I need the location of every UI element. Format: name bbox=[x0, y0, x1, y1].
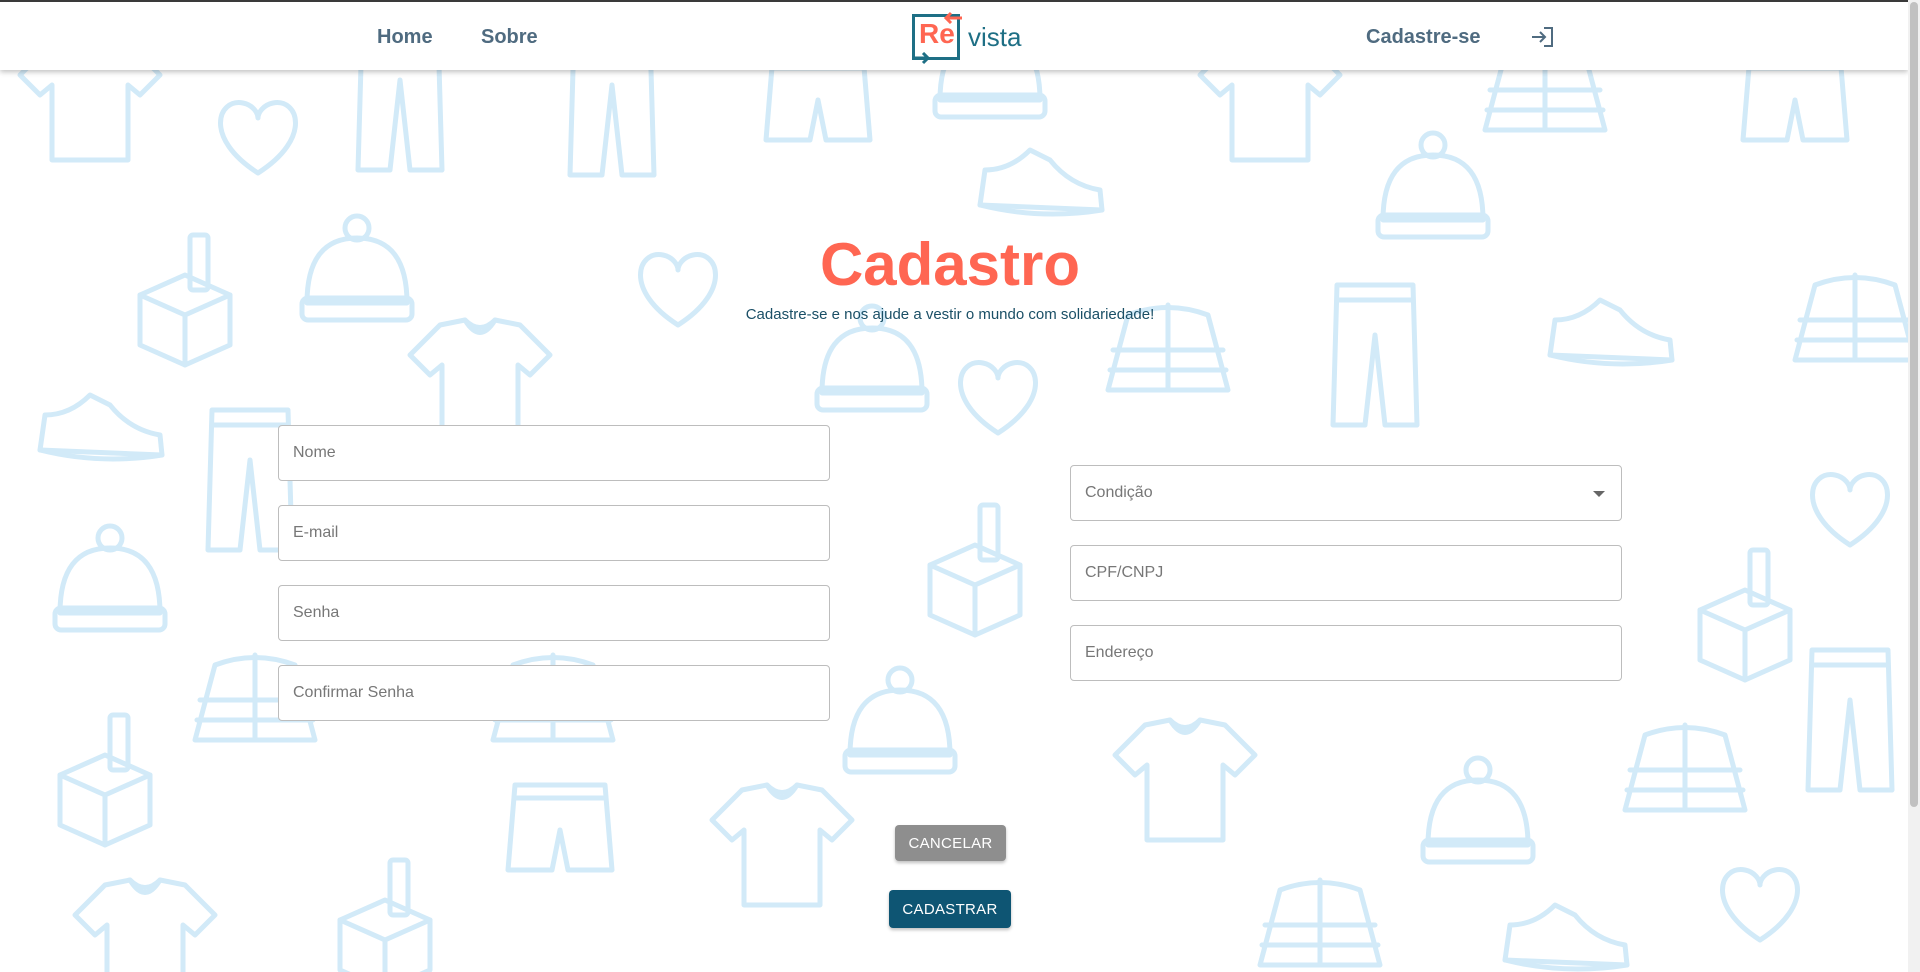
register-button[interactable]: CADASTRAR bbox=[889, 890, 1011, 928]
endereco-field[interactable] bbox=[1070, 625, 1622, 681]
condicao-select[interactable]: Condição bbox=[1070, 465, 1622, 521]
confirmar-senha-field[interactable] bbox=[278, 665, 830, 721]
revista-logo[interactable]: Re vista bbox=[912, 11, 1021, 65]
top-navbar: Home Sobre Re vista Cadastre-se bbox=[0, 0, 1908, 70]
chevron-down-icon bbox=[1593, 491, 1605, 497]
page-scrollbar[interactable] bbox=[1908, 0, 1920, 972]
logo-vista-text: vista bbox=[968, 22, 1022, 52]
nome-input[interactable] bbox=[279, 426, 829, 480]
page-subtitle: Cadastre-se e nos ajude a vestir o mundo… bbox=[745, 306, 1155, 323]
nav-register-link[interactable]: Cadastre-se bbox=[1366, 26, 1481, 49]
nav-home-link[interactable]: Home bbox=[377, 26, 433, 49]
logo-arrow-bottom-icon bbox=[912, 52, 931, 65]
senha-input[interactable] bbox=[279, 586, 829, 640]
email-input[interactable] bbox=[279, 506, 829, 560]
cpf-cnpj-field[interactable] bbox=[1070, 545, 1622, 601]
login-icon[interactable] bbox=[1530, 26, 1554, 48]
logo-arrow-top-icon bbox=[943, 11, 962, 24]
nav-sobre-link[interactable]: Sobre bbox=[481, 26, 538, 49]
email-field[interactable] bbox=[278, 505, 830, 561]
cpf-cnpj-input[interactable] bbox=[1071, 546, 1621, 600]
page-title: Cadastro bbox=[819, 231, 1081, 298]
cancel-button[interactable]: CANCELAR bbox=[895, 825, 1006, 861]
nome-field[interactable] bbox=[278, 425, 830, 481]
condicao-select-label: Condição bbox=[1085, 484, 1153, 501]
endereco-input[interactable] bbox=[1071, 626, 1621, 680]
scrollbar-thumb[interactable] bbox=[1910, 2, 1918, 807]
senha-field[interactable] bbox=[278, 585, 830, 641]
confirmar-senha-input[interactable] bbox=[279, 666, 829, 720]
